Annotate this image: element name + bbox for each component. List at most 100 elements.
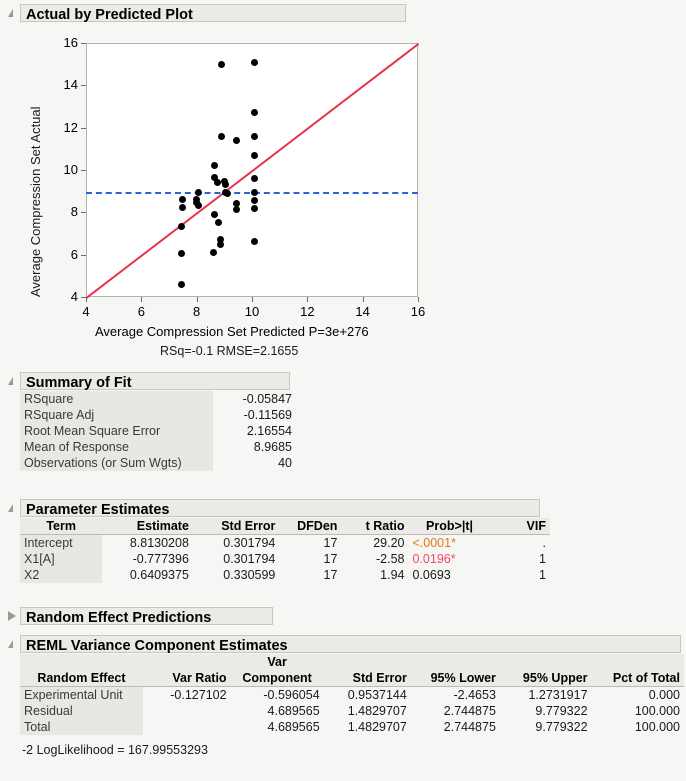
- var-grouping-header: Var: [230, 654, 324, 670]
- summary-of-fit-header[interactable]: Summary of Fit: [0, 370, 296, 391]
- column-header[interactable]: t Ratio: [341, 518, 409, 535]
- summary-of-fit-table: RSquare -0.05847 RSquare Adj -0.11569 Root M…: [20, 391, 296, 471]
- y-axis-tick-label: 4: [70, 289, 78, 304]
- scatter-point[interactable]: [251, 58, 259, 66]
- x-axis-tick-label: 6: [137, 304, 145, 319]
- prob-cell: 0.0196*: [412, 552, 456, 566]
- var-component-cell: 4.689565: [267, 704, 320, 718]
- term-cell: X2: [20, 567, 103, 583]
- column-header[interactable]: Term: [20, 518, 103, 535]
- term-cell: Intercept: [20, 534, 103, 551]
- var-ratio-cell: [143, 703, 231, 719]
- loglikelihood-value: 167.99553293: [127, 743, 208, 757]
- y-axis-tick-label: 12: [63, 119, 78, 135]
- disclosure-triangle-icon[interactable]: [6, 633, 20, 655]
- t-ratio-cell: 1.94: [380, 568, 405, 582]
- column-header[interactable]: VIF: [490, 518, 550, 535]
- scatter-point[interactable]: [251, 132, 259, 140]
- scatter-point[interactable]: [233, 205, 241, 213]
- random-effect-cell: Experimental Unit: [20, 686, 143, 703]
- estimate-cell: -0.777396: [132, 552, 189, 566]
- estimate-cell: 0.6409375: [129, 568, 189, 582]
- row-label: Mean of Response: [20, 439, 213, 455]
- scatter-point[interactable]: [194, 188, 202, 196]
- section-title: Summary of Fit: [20, 371, 290, 391]
- disclosure-triangle-icon[interactable]: [6, 605, 20, 627]
- section-title: REML Variance Component Estimates: [20, 634, 681, 654]
- column-header[interactable]: Std Error: [323, 670, 411, 687]
- var-component-cell: -0.596054: [263, 688, 320, 702]
- ci-upper-cell: 1.2731917: [528, 688, 588, 702]
- section-title: Random Effect Predictions: [20, 606, 273, 626]
- dfden-cell: 17: [323, 552, 338, 566]
- table-row: Intercept 8.8130208 0.301794 17 29.20 <.0001*…: [20, 534, 550, 551]
- x-axis-tick-label: 8: [193, 304, 201, 319]
- column-header[interactable]: Pct of Total: [591, 670, 684, 687]
- scatter-point[interactable]: [216, 240, 224, 248]
- x-axis-tick-label: 4: [82, 304, 90, 319]
- scatter-point[interactable]: [223, 189, 231, 197]
- reml-header[interactable]: REML Variance Component Estimates: [0, 633, 684, 654]
- pct-of-total-cell: 100.000: [634, 704, 680, 718]
- random-effect-predictions-header[interactable]: Random Effect Predictions: [0, 605, 273, 626]
- scatter-point[interactable]: [209, 249, 217, 257]
- column-header[interactable]: Var Ratio: [142, 670, 231, 687]
- column-header[interactable]: DFDen: [279, 518, 342, 535]
- table-row: RSquare Adj -0.11569: [20, 407, 296, 423]
- reml-section: REML Variance Component Estimates Var Ra…: [0, 633, 684, 757]
- ci-lower-cell: -2.4653: [453, 688, 496, 702]
- scatter-point[interactable]: [251, 151, 259, 159]
- parameter-estimates-header[interactable]: Parameter Estimates: [0, 497, 550, 518]
- y-axis-tick-label: 10: [63, 162, 78, 177]
- dfden-cell: 17: [323, 568, 338, 582]
- table-row: Observations (or Sum Wgts) 40: [20, 455, 296, 471]
- y-axis-tick-label: 14: [63, 77, 78, 93]
- parameter-estimates-table: Term Estimate Std Error DFDen t Ratio Prob>|t…: [20, 518, 550, 583]
- x-axis-tick: [307, 297, 309, 302]
- y-axis-label: Average Compression Set Actual: [28, 106, 43, 297]
- ci-upper-cell: 9.779322: [535, 704, 588, 718]
- y-axis-tick: [81, 254, 86, 256]
- x-axis-tick: [252, 297, 253, 302]
- disclosure-triangle-icon[interactable]: [6, 2, 20, 24]
- column-header[interactable]: Prob>|t|: [408, 518, 491, 535]
- column-header[interactable]: Std Error: [192, 518, 280, 535]
- ci-upper-cell: 9.779322: [535, 720, 588, 734]
- table-row: RSquare -0.05847: [20, 391, 296, 407]
- scatter-point[interactable]: [218, 132, 226, 140]
- loglikelihood-line: -2 LogLikelihood = 167.99553293: [22, 743, 208, 757]
- scatter-point[interactable]: [179, 203, 187, 211]
- std-error-cell: 1.4829707: [347, 720, 407, 734]
- row-value: 40: [278, 456, 292, 470]
- random-effect-cell: Total: [20, 719, 143, 735]
- std-error-cell: 1.4829707: [347, 704, 407, 718]
- column-header[interactable]: 95% Upper: [499, 670, 592, 687]
- column-header[interactable]: Estimate: [102, 518, 193, 535]
- scatter-point[interactable]: [177, 222, 185, 230]
- table-header-top-row: Var: [20, 654, 684, 670]
- table-header-row: Random Effect Var Ratio Component Std Error…: [20, 670, 684, 687]
- column-header[interactable]: 95% Lower: [410, 670, 500, 687]
- disclosure-triangle-icon[interactable]: [6, 497, 20, 519]
- row-value: -0.05847: [242, 392, 292, 406]
- scatter-point[interactable]: [251, 188, 259, 196]
- row-value: 8.9685: [253, 440, 292, 454]
- var-ratio-cell: [143, 719, 231, 735]
- column-header[interactable]: Random Effect: [20, 670, 143, 687]
- x-axis-tick: [141, 297, 143, 302]
- scatter-point[interactable]: [251, 204, 259, 212]
- x-axis-tick: [196, 297, 198, 302]
- column-header[interactable]: Component: [230, 670, 324, 687]
- table-row: Mean of Response 8.9685: [20, 439, 296, 455]
- disclosure-triangle-icon[interactable]: [6, 370, 20, 392]
- actual-by-predicted-header[interactable]: Actual by Predicted Plot: [0, 2, 406, 24]
- var-component-cell: 4.689565: [267, 720, 320, 734]
- ci-lower-cell: 2.744875: [443, 720, 496, 734]
- y-axis-tick-label: 16: [63, 35, 78, 50]
- std-error-cell: 0.9537144: [347, 688, 407, 702]
- scatter-point[interactable]: [218, 60, 226, 68]
- vif-cell: .: [542, 536, 546, 550]
- scatter-point[interactable]: [177, 280, 185, 288]
- section-title: Parameter Estimates: [20, 498, 540, 518]
- scatter-point[interactable]: [177, 250, 185, 258]
